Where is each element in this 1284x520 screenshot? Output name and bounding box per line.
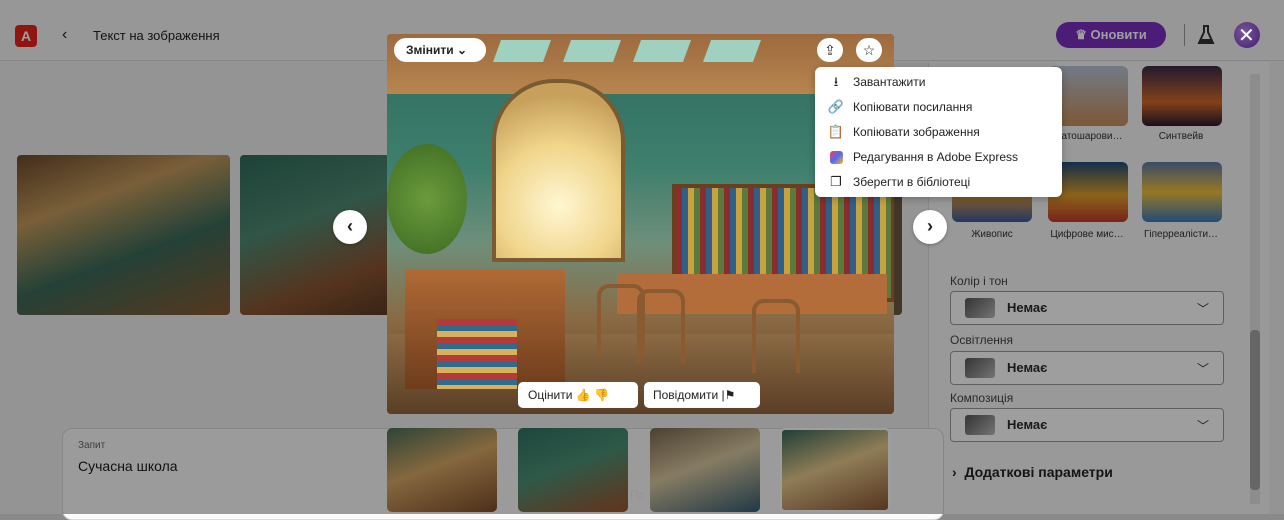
menu-item-copy-link[interactable]: 🔗 Копіювати посилання [827, 96, 1052, 118]
menu-item-label: Зберегти в бібліотеці [853, 175, 971, 189]
chevron-down-icon: ⌄ [456, 43, 468, 57]
star-icon: ☆ [862, 42, 876, 58]
close-icon[interactable]: ✕ [1238, 26, 1255, 46]
menu-item-label: Завантажити [853, 75, 926, 89]
previous-button[interactable]: ‹ [333, 210, 367, 244]
link-icon: 🔗 [827, 99, 845, 114]
menu-item-copy-image[interactable]: 📋 Копіювати зображення [827, 121, 1052, 143]
chevron-left-icon: ‹ [347, 216, 353, 236]
change-label: Змінити [406, 43, 454, 57]
menu-item-download[interactable]: ⭳ Завантажити [827, 71, 1052, 93]
menu-item-label: Копіювати посилання [853, 100, 973, 114]
rate-button[interactable]: Оцінити 👍 👎 [518, 382, 638, 408]
share-icon: ⇪ [824, 42, 836, 58]
image-skylight [492, 40, 552, 62]
menu-item-label: Редагування в Adobe Express [853, 150, 1019, 164]
change-button[interactable]: Змінити ⌄ [394, 38, 486, 62]
share-menu: ⭳ Завантажити 🔗 Копіювати посилання 📋 Копію… [815, 67, 1062, 197]
image-window [492, 79, 625, 262]
image-chair [752, 299, 800, 373]
image-books [437, 319, 517, 389]
image-skylight [702, 40, 762, 62]
menu-item-label: Копіювати зображення [853, 125, 980, 139]
favorite-button[interactable]: ☆ [856, 38, 882, 62]
report-label: Повідомити [653, 388, 719, 402]
menu-item-save-library[interactable]: ❐ Зберегти в бібліотеці [827, 171, 1052, 193]
share-button[interactable]: ⇪ [817, 38, 843, 62]
library-icon: ❐ [830, 174, 842, 189]
flag-icon: |⚑ [721, 388, 736, 402]
thumbs-down-icon[interactable]: 👎 [594, 388, 609, 402]
clipboard-icon: 📋 [827, 124, 845, 139]
menu-item-edit-express[interactable]: Редагування в Adobe Express [827, 146, 1052, 168]
next-button[interactable]: › [913, 210, 947, 244]
download-icon: ⭳ [833, 74, 839, 89]
adobe-express-icon [827, 146, 845, 168]
image-skylight [632, 40, 692, 62]
thumbs-up-icon[interactable]: 👍 [576, 388, 591, 402]
chevron-right-icon: › [927, 216, 933, 236]
image-skylight [562, 40, 622, 62]
image-chair [637, 289, 685, 363]
report-button[interactable]: Повідомити |⚑ [644, 382, 760, 408]
image-plant [387, 144, 467, 254]
rate-label: Оцінити [528, 388, 573, 402]
